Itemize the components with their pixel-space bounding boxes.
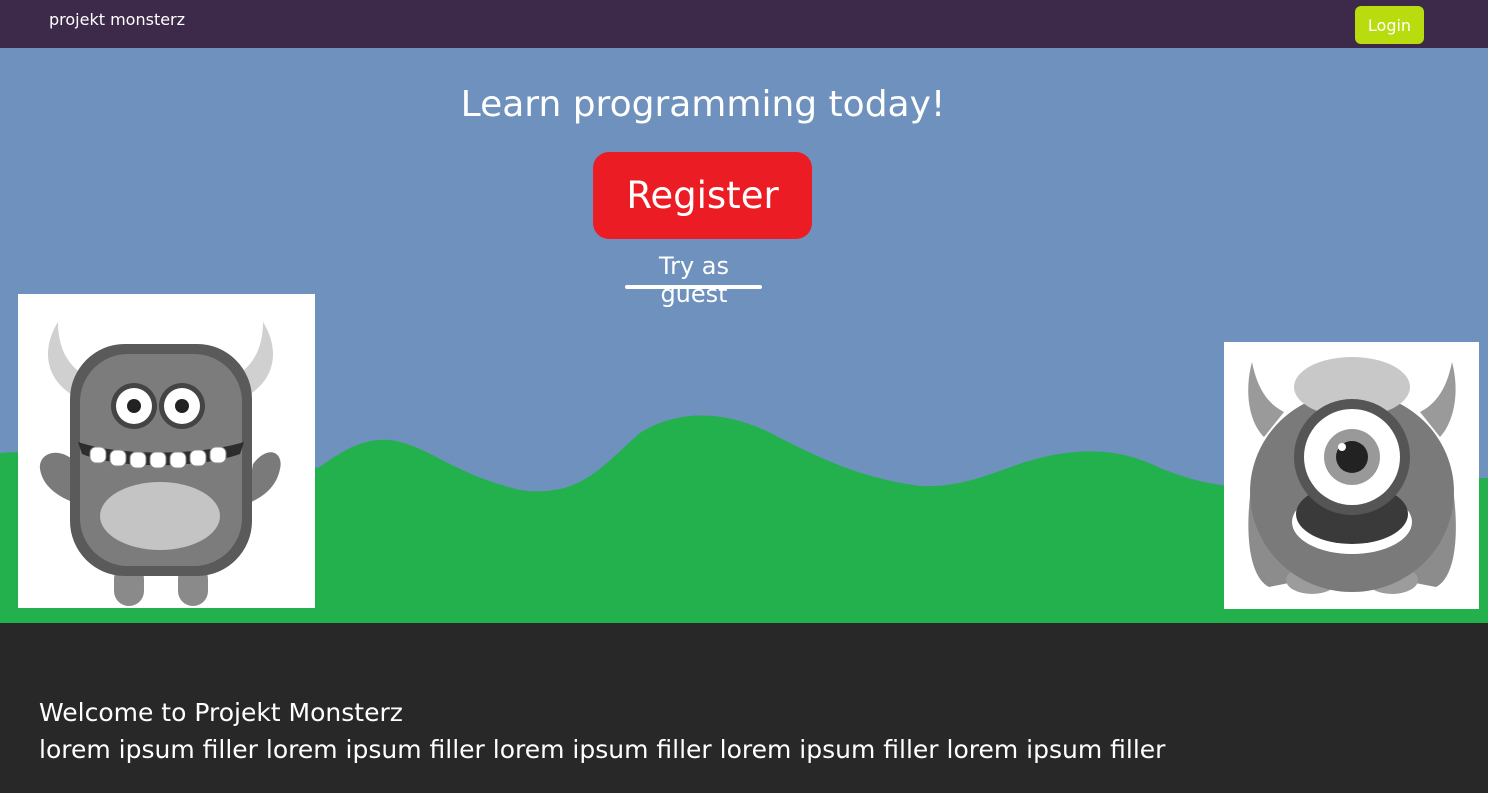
one-eyed-monster-icon bbox=[1248, 357, 1456, 594]
footer-title: Welcome to Projekt Monsterz bbox=[39, 698, 403, 727]
right-monster-image bbox=[1224, 342, 1479, 609]
horned-monster-icon bbox=[39, 322, 281, 606]
top-navbar: projekt monsterz Login bbox=[0, 0, 1488, 48]
footer-description: lorem ipsum filler lorem ipsum filler lo… bbox=[39, 735, 1166, 764]
register-button[interactable]: Register bbox=[593, 152, 812, 239]
brand-name[interactable]: projekt monsterz bbox=[49, 10, 185, 29]
guest-link-underline bbox=[625, 285, 762, 289]
footer-section: Welcome to Projekt Monsterz lorem ipsum … bbox=[0, 623, 1488, 793]
hero-headline: Learn programming today! bbox=[460, 84, 946, 125]
hero-section: Learn programming today! Register Try as… bbox=[0, 48, 1488, 623]
left-monster-image bbox=[18, 294, 315, 608]
try-as-guest-link[interactable]: Try as guest bbox=[626, 252, 762, 308]
login-button[interactable]: Login bbox=[1355, 6, 1424, 44]
